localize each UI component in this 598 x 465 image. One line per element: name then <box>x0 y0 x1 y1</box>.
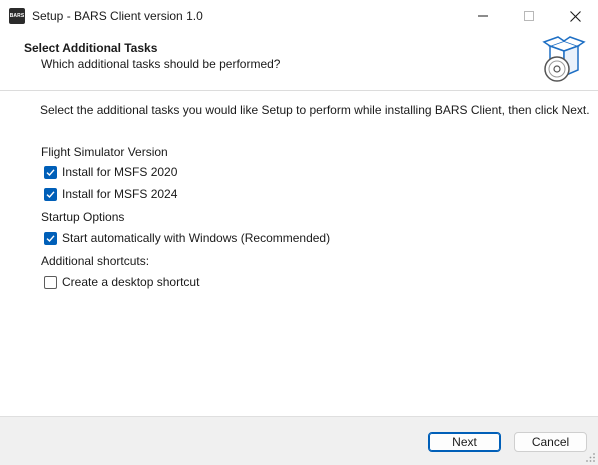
group-label-startup-options: Startup Options <box>41 210 125 224</box>
close-button[interactable] <box>552 0 598 32</box>
checkbox-label: Create a desktop shortcut <box>62 275 200 289</box>
checkbox-start-with-windows[interactable]: Start automatically with Windows (Recomm… <box>44 230 330 246</box>
cancel-button[interactable]: Cancel <box>514 432 587 452</box>
content-panel: Select the additional tasks you would li… <box>0 91 598 416</box>
group-label-additional-shortcuts: Additional shortcuts: <box>41 254 150 268</box>
checkbox-msfs-2020[interactable]: Install for MSFS 2020 <box>44 164 177 180</box>
next-button[interactable]: Next <box>428 432 501 452</box>
minimize-button[interactable] <box>460 0 506 32</box>
checkbox-label: Install for MSFS 2024 <box>62 187 178 201</box>
resize-grip-icon[interactable] <box>586 453 596 463</box>
checkbox-checked-icon[interactable] <box>44 165 57 179</box>
page-title: Select Additional Tasks <box>24 41 158 55</box>
setup-window: BARS Setup - BARS Client version 1.0 Sel… <box>0 0 598 465</box>
wizard-footer: Next Cancel <box>0 416 598 465</box>
checkbox-msfs-2024[interactable]: Install for MSFS 2024 <box>44 186 177 202</box>
checkbox-checked-icon[interactable] <box>44 187 57 201</box>
title-bar[interactable]: BARS Setup - BARS Client version 1.0 <box>0 0 598 32</box>
minimize-icon <box>478 15 488 17</box>
group-label-flight-simulator: Flight Simulator Version <box>41 145 168 159</box>
maximize-button[interactable] <box>506 0 552 32</box>
setup-box-cd-icon <box>542 36 586 82</box>
page-subtitle: Which additional tasks should be perform… <box>41 57 281 71</box>
checkbox-checked-icon[interactable] <box>44 231 57 245</box>
close-icon <box>569 10 581 22</box>
app-icon: BARS <box>9 8 25 24</box>
wizard-header: Select Additional Tasks Which additional… <box>0 32 598 91</box>
instruction-text: Select the additional tasks you would li… <box>40 103 590 117</box>
checkbox-label: Start automatically with Windows (Recomm… <box>62 231 331 245</box>
window-title: Setup - BARS Client version 1.0 <box>32 9 203 23</box>
checkbox-label: Install for MSFS 2020 <box>62 165 178 179</box>
maximize-icon <box>524 11 534 21</box>
checkbox-unchecked-icon[interactable] <box>44 275 57 289</box>
checkbox-desktop-shortcut[interactable]: Create a desktop shortcut <box>44 274 199 290</box>
